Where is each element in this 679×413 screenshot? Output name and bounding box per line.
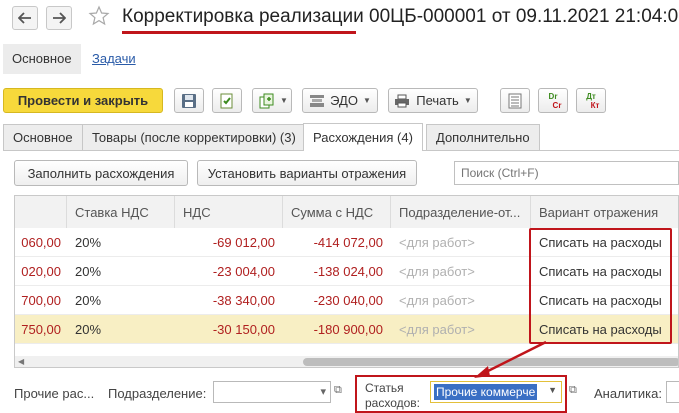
article-label-line2: расходов: [365, 396, 421, 410]
tab-goods-label: Товары (после корректировки) (3) [92, 130, 296, 145]
column-header-amount[interactable] [15, 196, 67, 228]
sum-cell: -230 040,00 [313, 293, 383, 308]
column-header-vat-rate[interactable]: Ставка НДС [67, 196, 175, 228]
tab-main[interactable]: Основное [3, 124, 83, 150]
column-header-variant[interactable]: Вариант отражения [531, 196, 678, 228]
department-open-button[interactable]: ⧉ [334, 381, 352, 403]
chevron-down-icon: ▼ [280, 96, 288, 105]
post-and-close-label: Провести и закрыть [17, 93, 149, 108]
chevron-down-icon: ▼ [362, 96, 371, 105]
search-input[interactable] [454, 161, 679, 185]
save-button[interactable] [174, 88, 204, 113]
favorite-star-icon[interactable] [88, 5, 110, 30]
dr-cr-icon-top: Dr [548, 91, 558, 101]
nav-tasks-link[interactable]: Задачи [92, 51, 136, 66]
amount-cell: 700,00 [21, 293, 61, 308]
edo-icon [310, 94, 325, 107]
vat-cell: -23 004,00 [212, 264, 275, 279]
article-label-line1: Статья [365, 381, 404, 395]
tab-goods[interactable]: Товары (после корректировки) (3) [82, 124, 306, 150]
arrow-right-icon [53, 12, 66, 24]
other-expenses-label: Прочие рас... [14, 386, 95, 401]
nav-main-link[interactable]: Основное [12, 51, 72, 66]
dr-cr-icon-bottom: Cr [552, 100, 562, 110]
tab-discrepancies[interactable]: Расхождения (4) [303, 123, 423, 151]
tab-additional[interactable]: Дополнительно [426, 124, 540, 150]
sum-cell: -138 024,00 [313, 264, 383, 279]
department-cell: <для работ> [399, 235, 475, 250]
create-based-icon [259, 93, 274, 108]
amount-cell: 750,00 [21, 322, 61, 337]
page-title: Корректировка реализации 00ЦБ-000001 от … [122, 6, 679, 27]
sum-cell: -180 900,00 [313, 322, 383, 337]
analytics-field[interactable] [666, 381, 679, 403]
column-header-vat[interactable]: НДС [175, 196, 283, 228]
forward-button[interactable] [46, 6, 72, 30]
title-annotation-underline [122, 31, 356, 34]
dr-cr-button[interactable]: Dr Cr [538, 88, 568, 113]
dt-kt-icon-bottom: Кт [590, 100, 600, 110]
article-open-icon[interactable]: ⧉ [569, 384, 577, 397]
floppy-disk-icon [182, 93, 196, 108]
chevron-down-icon: ▼ [463, 96, 472, 105]
dots-icon[interactable]: ▾ [320, 385, 326, 398]
vat-rate-cell: 20% [75, 322, 102, 337]
vat-cell: -30 150,00 [212, 322, 275, 337]
edo-button[interactable]: ЭДО ▼ [302, 88, 378, 113]
open-form-icon: ⧉ [334, 384, 342, 396]
department-cell: <для работ> [399, 264, 475, 279]
amount-cell: 020,00 [21, 264, 61, 279]
expense-article-field[interactable]: Прочие коммерче ▼ [430, 381, 562, 403]
set-variants-button[interactable]: Установить варианты отражения [197, 160, 417, 186]
chevron-down-icon[interactable]: ▼ [548, 385, 557, 395]
variant-annotation-box [529, 228, 672, 344]
vat-rate-cell: 20% [75, 235, 102, 250]
horizontal-scrollbar[interactable]: ◀ [15, 356, 678, 367]
edo-label: ЭДО [330, 93, 358, 108]
column-header-sum-with-vat[interactable]: Сумма с НДС [283, 196, 391, 228]
department-field[interactable]: ▾ [213, 381, 331, 403]
tab-main-label: Основное [13, 130, 73, 145]
back-button[interactable] [12, 6, 38, 30]
print-label: Печать [416, 93, 459, 108]
column-header-department[interactable]: Подразделение-от... [391, 196, 531, 228]
dt-kt-icon-top: Дт [586, 91, 596, 101]
vat-rate-cell: 20% [75, 264, 102, 279]
analytics-label: Аналитика: [594, 386, 662, 401]
tab-additional-label: Дополнительно [436, 130, 530, 145]
arrow-left-icon [18, 12, 31, 24]
set-variants-label: Установить варианты отражения [207, 165, 407, 181]
print-button[interactable]: Печать ▼ [388, 88, 478, 113]
post-button[interactable] [212, 88, 242, 113]
scroll-left-icon[interactable]: ◀ [18, 356, 24, 367]
post-document-icon [220, 93, 233, 108]
fill-discrepancies-label: Заполнить расхождения [27, 165, 175, 181]
create-based-on-button[interactable]: ▼ [252, 88, 292, 113]
printer-icon [395, 94, 410, 107]
dt-kt-button[interactable]: Дт Кт [576, 88, 606, 113]
vat-cell: -38 340,00 [212, 293, 275, 308]
post-and-close-button[interactable]: Провести и закрыть [3, 88, 163, 113]
fill-discrepancies-button[interactable]: Заполнить расхождения [14, 160, 188, 186]
journal-icon [508, 93, 522, 108]
department-cell: <для работ> [399, 293, 475, 308]
tab-discrepancies-label: Расхождения (4) [313, 130, 413, 145]
vat-rate-cell: 20% [75, 293, 102, 308]
sum-cell: -414 072,00 [313, 235, 383, 250]
journal-button[interactable] [500, 88, 530, 113]
vat-cell: -69 012,00 [212, 235, 275, 250]
expense-article-value: Прочие коммерче [434, 384, 538, 400]
amount-cell: 060,00 [21, 235, 61, 250]
department-label: Подразделение: [108, 386, 207, 401]
annotation-arrow [474, 340, 547, 378]
